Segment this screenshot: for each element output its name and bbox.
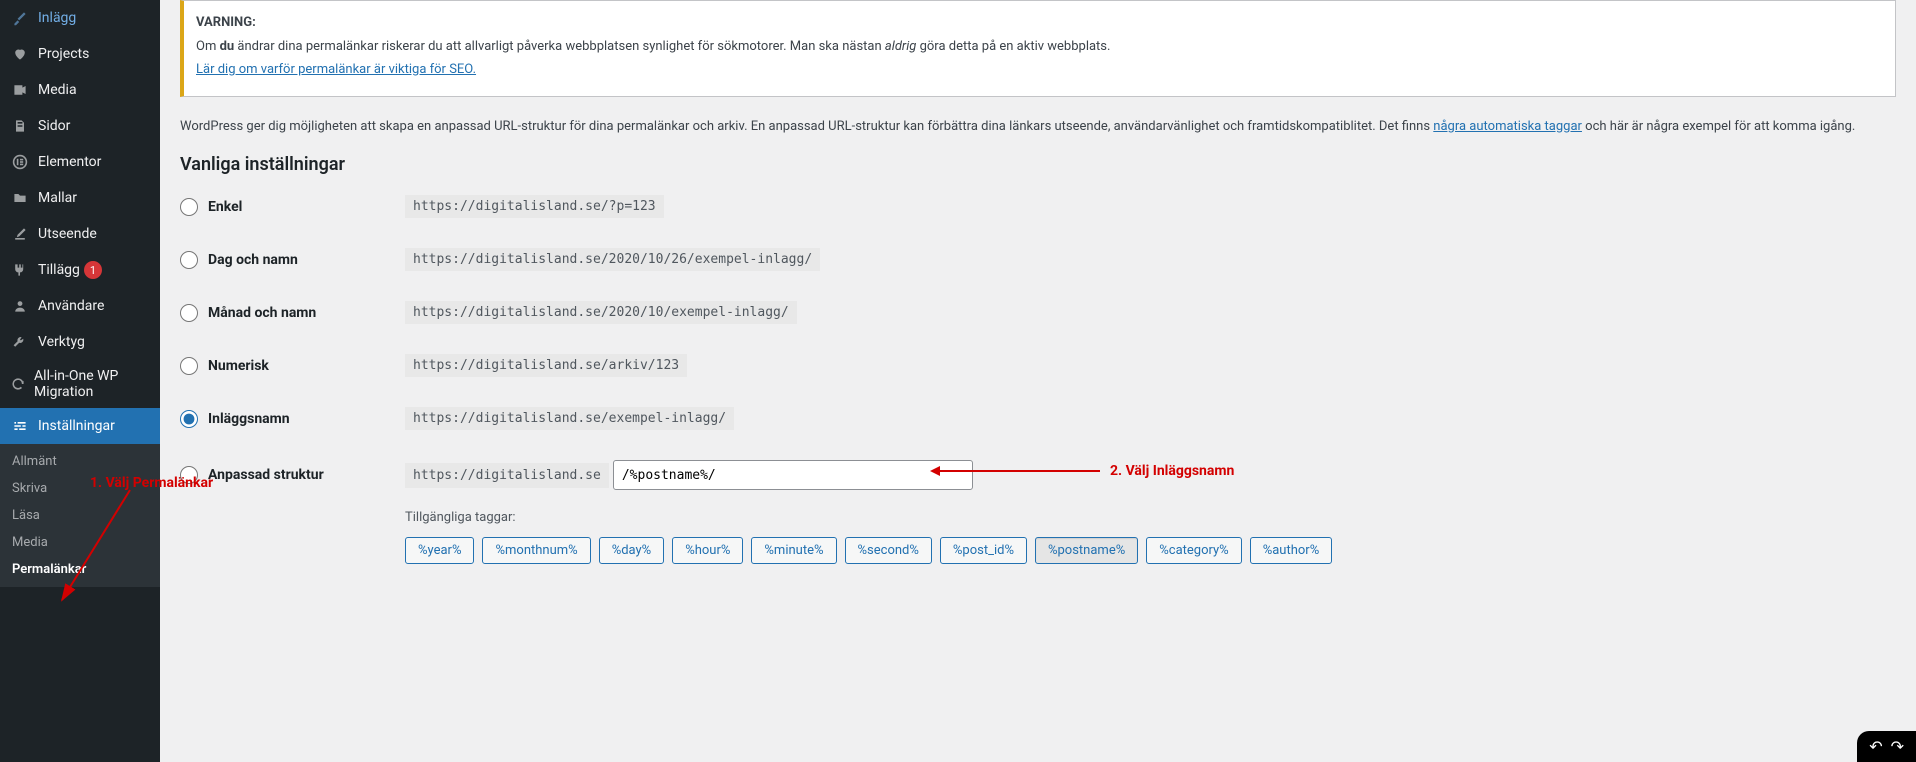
admin-sidebar: Inlägg Projects Media Sidor Elementor Ma… bbox=[0, 0, 160, 762]
sidebar-item-label: Media bbox=[38, 82, 77, 98]
sidebar-item-label: Utseende bbox=[38, 226, 97, 242]
users-icon bbox=[10, 296, 30, 316]
sidebar-item-label: Inställningar bbox=[38, 418, 115, 434]
option-row-day-name: Dag och namn https://digitalisland.se/20… bbox=[180, 248, 1896, 271]
sidebar-item-settings[interactable]: Inställningar bbox=[0, 408, 160, 444]
sidebar-item-label: Tillägg bbox=[38, 262, 80, 278]
sidebar-item-label: Sidor bbox=[38, 118, 70, 134]
option-row-numeric: Numerisk https://digitalisland.se/arkiv/… bbox=[180, 354, 1896, 377]
radio-label-month-name[interactable]: Månad och namn bbox=[208, 305, 316, 321]
tags-row: %year% %monthnum% %day% %hour% %minute% … bbox=[405, 537, 1896, 564]
heart-icon bbox=[10, 44, 30, 64]
templates-icon bbox=[10, 188, 30, 208]
auto-tags-link[interactable]: några automatiska taggar bbox=[1433, 119, 1582, 134]
submenu-permalinks[interactable]: Permalänkar bbox=[0, 556, 160, 583]
sidebar-item-plugins[interactable]: Tillägg 1 bbox=[0, 252, 160, 288]
settings-sliders-icon bbox=[10, 416, 30, 436]
notice-body: Om du ändrar dina permalänkar riskerar d… bbox=[196, 37, 1883, 57]
radio-postname[interactable] bbox=[180, 410, 198, 428]
sidebar-item-label: Elementor bbox=[38, 154, 101, 170]
sidebar-item-elementor[interactable]: Elementor bbox=[0, 144, 160, 180]
notice-heading: VARNING: bbox=[196, 15, 256, 30]
option-row-month-name: Månad och namn https://digitalisland.se/… bbox=[180, 301, 1896, 324]
sidebar-item-templates[interactable]: Mallar bbox=[0, 180, 160, 216]
brush-icon bbox=[10, 224, 30, 244]
sidebar-item-label: Användare bbox=[38, 298, 104, 314]
radio-label-day-name[interactable]: Dag och namn bbox=[208, 252, 298, 268]
tag-post-id[interactable]: %post_id% bbox=[940, 537, 1027, 564]
sidebar-item-label: Inlägg bbox=[38, 10, 76, 26]
undo-icon: ↶ bbox=[1869, 737, 1882, 756]
example-url-numeric: https://digitalisland.se/arkiv/123 bbox=[405, 354, 687, 377]
submenu-media[interactable]: Media bbox=[0, 529, 160, 556]
tag-day[interactable]: %day% bbox=[599, 537, 665, 564]
sidebar-item-media[interactable]: Media bbox=[0, 72, 160, 108]
tag-hour[interactable]: %hour% bbox=[672, 537, 743, 564]
radio-custom[interactable] bbox=[180, 466, 198, 484]
option-row-postname: Inläggsnamn https://digitalisland.se/exe… bbox=[180, 407, 1896, 430]
common-settings-heading: Vanliga inställningar bbox=[180, 154, 1896, 175]
media-icon bbox=[10, 80, 30, 100]
tag-author[interactable]: %author% bbox=[1250, 537, 1333, 564]
base-url-custom: https://digitalisland.se bbox=[405, 463, 609, 488]
tag-minute[interactable]: %minute% bbox=[751, 537, 836, 564]
radio-plain[interactable] bbox=[180, 198, 198, 216]
plugin-icon bbox=[10, 260, 30, 280]
help-tab[interactable]: ↶ ↷ bbox=[1857, 731, 1916, 762]
submenu-reading[interactable]: Läsa bbox=[0, 502, 160, 529]
redo-icon: ↷ bbox=[1891, 737, 1904, 756]
sidebar-item-label: Mallar bbox=[38, 190, 77, 206]
sidebar-item-projects[interactable]: Projects bbox=[0, 36, 160, 72]
settings-submenu: Allmänt Skriva Läsa Media Permalänkar bbox=[0, 444, 160, 587]
radio-label-custom[interactable]: Anpassad struktur bbox=[208, 467, 324, 483]
example-url-plain: https://digitalisland.se/?p=123 bbox=[405, 195, 664, 218]
sidebar-item-pages[interactable]: Sidor bbox=[0, 108, 160, 144]
sidebar-item-label: All-in-One WP Migration bbox=[34, 368, 152, 400]
permalink-description: WordPress ger dig möjligheten att skapa … bbox=[180, 117, 1896, 137]
tag-year[interactable]: %year% bbox=[405, 537, 474, 564]
tag-category[interactable]: %category% bbox=[1146, 537, 1241, 564]
tag-second[interactable]: %second% bbox=[845, 537, 932, 564]
notice-seo-link[interactable]: Lär dig om varför permalänkar är viktiga… bbox=[196, 62, 476, 77]
option-row-custom: Anpassad struktur https://digitalisland.… bbox=[180, 460, 1896, 490]
pin-icon bbox=[10, 8, 30, 28]
sidebar-item-appearance[interactable]: Utseende bbox=[0, 216, 160, 252]
available-tags-label: Tillgängliga taggar: bbox=[405, 510, 1896, 525]
submenu-writing[interactable]: Skriva bbox=[0, 475, 160, 502]
wrench-icon bbox=[10, 332, 30, 352]
warning-notice: VARNING: Om du ändrar dina permalänkar r… bbox=[180, 0, 1896, 97]
radio-label-postname[interactable]: Inläggsnamn bbox=[208, 411, 290, 427]
example-url-month-name: https://digitalisland.se/2020/10/exempel… bbox=[405, 301, 797, 324]
radio-label-plain[interactable]: Enkel bbox=[208, 199, 242, 215]
sidebar-item-tools[interactable]: Verktyg bbox=[0, 324, 160, 360]
update-badge: 1 bbox=[84, 261, 102, 279]
sidebar-item-migration[interactable]: All-in-One WP Migration bbox=[0, 360, 160, 408]
radio-label-numeric[interactable]: Numerisk bbox=[208, 358, 269, 374]
tag-postname[interactable]: %postname% bbox=[1035, 537, 1138, 564]
radio-day-name[interactable] bbox=[180, 251, 198, 269]
submenu-general[interactable]: Allmänt bbox=[0, 448, 160, 475]
example-url-postname: https://digitalisland.se/exempel-inlagg/ bbox=[405, 407, 734, 430]
radio-numeric[interactable] bbox=[180, 357, 198, 375]
page-icon bbox=[10, 116, 30, 136]
sidebar-item-label: Projects bbox=[38, 46, 89, 62]
radio-month-name[interactable] bbox=[180, 304, 198, 322]
option-row-plain: Enkel https://digitalisland.se/?p=123 bbox=[180, 195, 1896, 218]
settings-content: VARNING: Om du ändrar dina permalänkar r… bbox=[160, 0, 1916, 762]
elementor-icon bbox=[10, 152, 30, 172]
custom-structure-input[interactable] bbox=[613, 460, 973, 490]
migration-icon bbox=[10, 374, 26, 394]
example-url-day-name: https://digitalisland.se/2020/10/26/exem… bbox=[405, 248, 820, 271]
sidebar-item-posts[interactable]: Inlägg bbox=[0, 0, 160, 36]
tag-monthnum[interactable]: %monthnum% bbox=[482, 537, 590, 564]
sidebar-item-users[interactable]: Användare bbox=[0, 288, 160, 324]
sidebar-item-label: Verktyg bbox=[38, 334, 85, 350]
